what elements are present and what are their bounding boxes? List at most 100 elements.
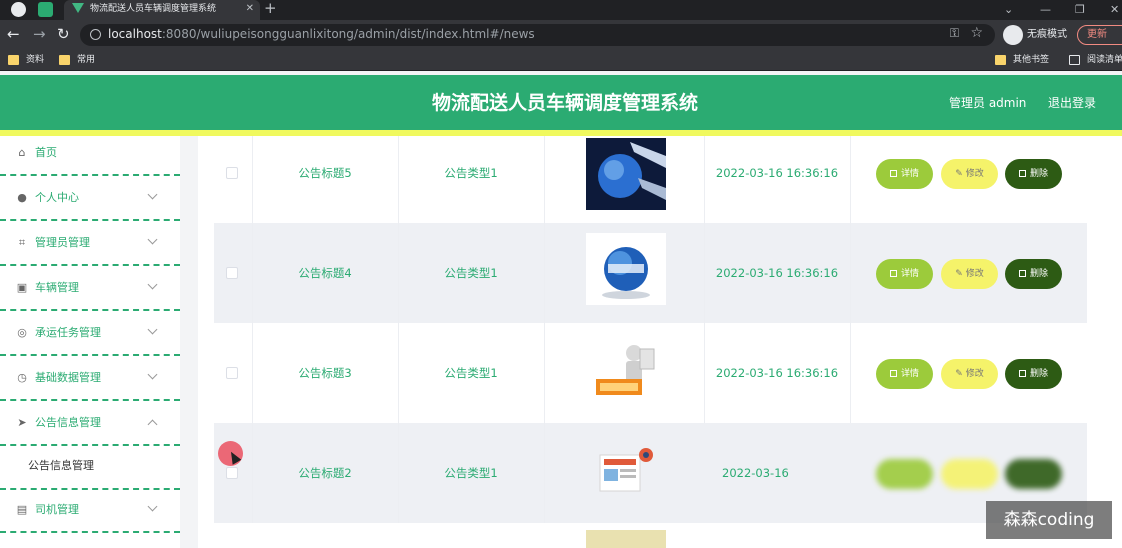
delete-button[interactable]: 删除 xyxy=(1005,359,1062,389)
delete-button[interactable]: 删除 xyxy=(1005,259,1062,289)
notice-type: 公告类型1 xyxy=(444,466,498,480)
home-icon: ⌂ xyxy=(18,146,26,159)
delete-label: 删除 xyxy=(1029,169,1048,179)
sidebar-item-label: 公告信息管理 xyxy=(35,416,101,429)
update-button[interactable]: 更新 xyxy=(1077,25,1122,45)
sidebar: ⌂ 首页 ● 个人中心 ⌗ 管理员管理 ▣ 车辆管理 ◎ 承运任务管理 ◷ 基础… xyxy=(0,136,180,548)
row-checkbox[interactable] xyxy=(226,467,238,479)
sidebar-item-tasks[interactable]: ◎ 承运任务管理 xyxy=(0,311,180,356)
table-row: 公告标题2 公告类型1 2022-03-16 xyxy=(214,423,1087,523)
detail-button[interactable] xyxy=(876,459,933,489)
table-row: 公告标题4 公告类型1 2022-03-16 16:36:16 详情 ✎ 修改 … xyxy=(214,223,1087,323)
incognito-profile[interactable]: 无痕模式 xyxy=(1003,24,1067,46)
incognito-icon xyxy=(1003,25,1023,45)
bookmark-folder[interactable]: 常用 xyxy=(59,49,95,71)
logout-button[interactable]: 退出登录 xyxy=(1048,75,1096,131)
edit-label: 修改 xyxy=(965,269,984,279)
notice-title: 公告标题3 xyxy=(298,366,352,380)
chevron-down-icon xyxy=(147,501,158,512)
sidebar-item-notices[interactable]: ➤ 公告信息管理 xyxy=(0,401,180,446)
notice-time: 2022-03-16 16:36:16 xyxy=(715,266,839,280)
sidebar-item-basic-data[interactable]: ◷ 基础数据管理 xyxy=(0,356,180,401)
close-window-icon[interactable]: ✕ xyxy=(1110,0,1119,20)
sidebar-item-label: 车辆管理 xyxy=(35,281,79,294)
bookmarks-bar: 资料 常用 其他书签 阅读清单 xyxy=(0,49,1122,71)
restore-icon[interactable]: ❐ xyxy=(1075,0,1085,20)
edit-icon: ✎ xyxy=(955,169,966,179)
address-bar[interactable]: localhost:8080/wuliupeisongguanlixitong/… xyxy=(80,24,995,46)
url-host: localhost xyxy=(108,27,162,41)
tab-search-icon[interactable]: ⌄ xyxy=(1004,0,1013,20)
row-checkbox[interactable] xyxy=(226,367,238,379)
target-icon: ◎ xyxy=(17,326,27,339)
admin-label: 管理员 admin xyxy=(949,96,1027,110)
new-tab-icon[interactable]: + xyxy=(264,0,277,17)
update-label: 更新 xyxy=(1087,29,1107,40)
app-header: 物流配送人员车辆调度管理系统 管理员 admin 退出登录 xyxy=(0,75,1122,131)
browser-tab-active[interactable]: 物流配送人员车辆调度管理系统 ✕ xyxy=(64,0,260,20)
sidebar-item-label: 首页 xyxy=(35,146,57,159)
notice-time: 2022-03-16 16:36:16 xyxy=(715,366,839,380)
url-text: localhost:8080/wuliupeisongguanlixitong/… xyxy=(108,27,535,41)
chevron-down-icon xyxy=(147,279,158,290)
sidebar-item-profile[interactable]: ● 个人中心 xyxy=(0,176,180,221)
vue-logo-icon xyxy=(72,3,84,13)
cell-divider xyxy=(850,323,851,423)
bookmark-folder[interactable]: 其他书签 xyxy=(995,49,1049,71)
delete-button[interactable] xyxy=(1005,459,1062,489)
cell-divider xyxy=(544,223,545,323)
detail-button[interactable]: 详情 xyxy=(876,259,933,289)
newspaper-image xyxy=(586,437,666,509)
notice-type: 公告类型1 xyxy=(444,166,498,180)
bookmark-star-icon[interactable]: ☆ xyxy=(970,25,983,41)
trash-icon xyxy=(1018,170,1026,177)
notice-table: 公告标题5 公告类型1 2022-03-16 16:36:16 详情 ✎ 修改 … xyxy=(198,136,1122,548)
clipboard-icon: ▣ xyxy=(16,281,28,294)
notice-title: 公告标题4 xyxy=(298,266,352,280)
detail-button[interactable]: 详情 xyxy=(876,159,933,189)
sidebar-item-admins[interactable]: ⌗ 管理员管理 xyxy=(0,221,180,266)
back-icon[interactable]: ← xyxy=(7,25,20,43)
forward-icon[interactable]: → xyxy=(33,25,46,43)
detail-button[interactable]: 详情 xyxy=(876,359,933,389)
sidebar-item-label: 基础数据管理 xyxy=(35,371,101,384)
edit-button[interactable] xyxy=(941,459,998,489)
trash-icon xyxy=(1018,270,1026,277)
sidebar-item-drivers[interactable]: ▤ 司机管理 xyxy=(0,488,180,533)
bookmark-label: 常用 xyxy=(77,55,96,65)
chevron-down-icon xyxy=(147,234,158,245)
row-checkbox[interactable] xyxy=(226,167,238,179)
news-figure-image xyxy=(586,335,666,407)
edit-button[interactable]: ✎ 修改 xyxy=(941,159,998,189)
site-info-icon[interactable] xyxy=(90,29,101,40)
edit-icon: ✎ xyxy=(955,369,966,379)
chevron-up-icon xyxy=(147,419,158,430)
chevron-down-icon xyxy=(147,324,158,335)
delete-label: 删除 xyxy=(1029,269,1048,279)
edit-button[interactable]: ✎ 修改 xyxy=(941,359,998,389)
sidebar-subitem-notices[interactable]: 公告信息管理 xyxy=(0,444,180,490)
reload-icon[interactable]: ↻ xyxy=(57,25,70,43)
sidebar-item-vehicles[interactable]: ▣ 车辆管理 xyxy=(0,266,180,311)
compass-icon: ◷ xyxy=(17,371,27,384)
trash-icon xyxy=(1018,370,1026,377)
edit-button[interactable]: ✎ 修改 xyxy=(941,259,998,289)
key-icon[interactable]: ⚿ xyxy=(950,26,959,41)
sheet-icon[interactable] xyxy=(38,2,53,17)
sidebar-item-home[interactable]: ⌂ 首页 xyxy=(0,136,180,176)
folder-icon xyxy=(995,55,1006,65)
table-row xyxy=(214,523,1087,548)
bookmark-label: 阅读清单 xyxy=(1087,55,1122,65)
notice-image-partial xyxy=(586,530,666,548)
news-globe-image xyxy=(586,233,666,305)
tab-close-icon[interactable]: ✕ xyxy=(246,0,254,18)
detail-label: 详情 xyxy=(900,169,919,179)
row-checkbox[interactable] xyxy=(226,267,238,279)
delete-button[interactable]: 删除 xyxy=(1005,159,1062,189)
minimize-icon[interactable]: — xyxy=(1040,0,1051,20)
delete-label: 删除 xyxy=(1029,369,1048,379)
globe-icon[interactable] xyxy=(11,2,26,17)
bookmark-folder[interactable]: 资料 xyxy=(8,49,44,71)
reading-list[interactable]: 阅读清单 xyxy=(1069,49,1122,71)
send-icon: ➤ xyxy=(17,416,27,429)
